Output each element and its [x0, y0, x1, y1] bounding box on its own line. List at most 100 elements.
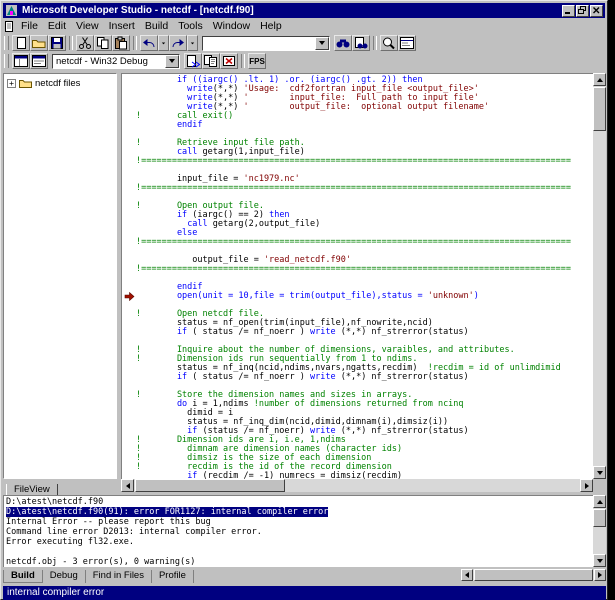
scroll-left-button[interactable]: [461, 569, 473, 581]
workspace-pane[interactable]: + netcdf files: [3, 73, 117, 479]
code-line: !=======================================…: [136, 184, 593, 193]
folder-icon: [19, 78, 32, 89]
current-statement-marker: [124, 292, 135, 301]
workspace-window-icon[interactable]: [12, 53, 30, 69]
code-line: [136, 274, 593, 283]
window-title: Microsoft Developer Studio - netcdf - [n…: [22, 5, 561, 16]
toolbar-separator: [241, 54, 245, 68]
scroll-right-button[interactable]: [594, 569, 606, 581]
code-area: if ((iargc() .lt. 1) .or. (iargc() .gt. …: [136, 76, 593, 479]
scroll-thumb[interactable]: [474, 569, 593, 581]
open-folder-icon[interactable]: [30, 35, 48, 51]
title-bar[interactable]: Microsoft Developer Studio - netcdf - [n…: [3, 3, 605, 18]
editor-vertical-scrollbar[interactable]: [593, 73, 606, 479]
status-bar: internal compiler error: [3, 586, 606, 600]
output-vertical-scrollbar[interactable]: [593, 495, 606, 567]
new-file-icon[interactable]: [12, 35, 30, 51]
code-line: ! call exit(): [136, 112, 593, 121]
save-icon[interactable]: [48, 35, 66, 51]
menu-view[interactable]: View: [71, 20, 104, 32]
copy-icon[interactable]: [94, 35, 112, 51]
build-config-combo[interactable]: netcdf - Win32 Debug: [52, 54, 180, 69]
wizardbar-combo[interactable]: [202, 36, 330, 51]
fps-icon[interactable]: FPS: [248, 53, 266, 69]
restore-button[interactable]: [576, 5, 589, 17]
output-tab-profile[interactable]: Profile: [152, 570, 194, 583]
workspace-tab-strip: FileView: [3, 479, 117, 493]
menu-insert[interactable]: Insert: [104, 20, 140, 32]
combo-dropdown-icon[interactable]: [315, 37, 329, 50]
build-toolbar: netcdf - Win32 Debug FPS: [3, 52, 605, 70]
compile-icon[interactable]: [184, 53, 202, 69]
redo-dropdown-icon[interactable]: [187, 35, 198, 51]
output-line[interactable]: D:\atest\netcdf.f90: [6, 497, 593, 507]
scroll-up-button[interactable]: [593, 73, 606, 86]
find-in-files-icon[interactable]: [352, 35, 370, 51]
menu-edit[interactable]: Edit: [43, 20, 71, 32]
output-line[interactable]: Error executing fl32.exe.: [6, 537, 593, 547]
standard-toolbar: [3, 34, 605, 52]
code-line: open(unit = 10,file = trim(output_file),…: [136, 292, 593, 301]
stop-build-icon[interactable]: [220, 53, 238, 69]
output-line[interactable]: Command line error D2013: internal compi…: [6, 527, 593, 537]
scroll-thumb[interactable]: [593, 87, 606, 131]
code-line: !=======================================…: [136, 157, 593, 166]
output-line[interactable]: Internal Error -- please report this bug: [6, 517, 593, 527]
menu-window[interactable]: Window: [208, 20, 255, 32]
build-icon[interactable]: [202, 53, 220, 69]
editor-horizontal-scrollbar[interactable]: [121, 479, 593, 492]
build-config-combo-value: netcdf - Win32 Debug: [53, 56, 165, 67]
combo-dropdown-icon[interactable]: [165, 55, 179, 68]
menu-tools[interactable]: Tools: [173, 20, 208, 32]
scroll-right-button[interactable]: [580, 479, 593, 492]
tree-item-label: netcdf files: [35, 78, 80, 89]
undo-icon[interactable]: [140, 35, 158, 51]
code-line: if ( status /= nf_noerr ) write (*,*) nf…: [136, 373, 593, 382]
scrollbar-corner: [593, 479, 606, 492]
scroll-down-button[interactable]: [593, 554, 606, 567]
output-horizontal-scrollbar[interactable]: [461, 569, 606, 581]
paste-icon[interactable]: [112, 35, 130, 51]
status-message: internal compiler error: [7, 587, 104, 598]
minimize-button[interactable]: [562, 5, 575, 17]
toolbar-grip[interactable]: [4, 54, 9, 68]
code-line: !=======================================…: [136, 238, 593, 247]
output-tab-find-in-files[interactable]: Find in Files: [86, 570, 152, 583]
toolbar-grip[interactable]: [4, 36, 9, 50]
app-window: Microsoft Developer Studio - netcdf - [n…: [0, 0, 608, 600]
redo-icon[interactable]: [169, 35, 187, 51]
code-line: if ( status /= nf_noerr ) write (*,*) nf…: [136, 328, 593, 337]
output-tab-debug[interactable]: Debug: [43, 570, 86, 583]
tree-item-netcdf-files[interactable]: + netcdf files: [7, 78, 116, 89]
menu-help[interactable]: Help: [255, 20, 287, 32]
scroll-up-button[interactable]: [593, 495, 606, 508]
scroll-thumb[interactable]: [593, 509, 606, 527]
find-icon[interactable]: [334, 35, 352, 51]
code-editor[interactable]: if ((iargc() .lt. 1) .or. (iargc() .gt. …: [121, 73, 593, 479]
document-icon[interactable]: [4, 21, 14, 32]
search-icon[interactable]: [380, 35, 398, 51]
scroll-left-button[interactable]: [121, 479, 134, 492]
output-line-selected[interactable]: D:\atest\netcdf.f90(91): error FOR1127: …: [6, 507, 593, 517]
code-line: !=======================================…: [136, 265, 593, 274]
menu-file[interactable]: File: [16, 20, 43, 32]
code-line: endif: [136, 121, 593, 130]
toolbar-separator: [69, 36, 73, 50]
undo-dropdown-icon[interactable]: [158, 35, 169, 51]
app-icon[interactable]: [6, 5, 17, 16]
menu-build[interactable]: Build: [140, 20, 173, 32]
toolbar-separator: [133, 36, 137, 50]
scroll-down-button[interactable]: [593, 466, 606, 479]
output-window-icon[interactable]: [30, 53, 48, 69]
close-button[interactable]: [590, 5, 603, 17]
cut-icon[interactable]: [76, 35, 94, 51]
output-pane[interactable]: D:\atest\netcdf.f90D:\atest\netcdf.f90(9…: [3, 495, 593, 567]
code-line: if (recdim /= -1) numrecs = dimsiz(recdi…: [136, 472, 593, 479]
code-line: call getarg(2,output_file): [136, 220, 593, 229]
window-list-icon[interactable]: [398, 35, 416, 51]
output-line[interactable]: [6, 547, 593, 557]
scroll-thumb[interactable]: [135, 479, 285, 492]
expand-icon[interactable]: +: [7, 79, 16, 88]
output-tab-build[interactable]: Build: [3, 570, 43, 583]
menu-bar: FileEditViewInsertBuildToolsWindowHelp: [3, 19, 605, 33]
